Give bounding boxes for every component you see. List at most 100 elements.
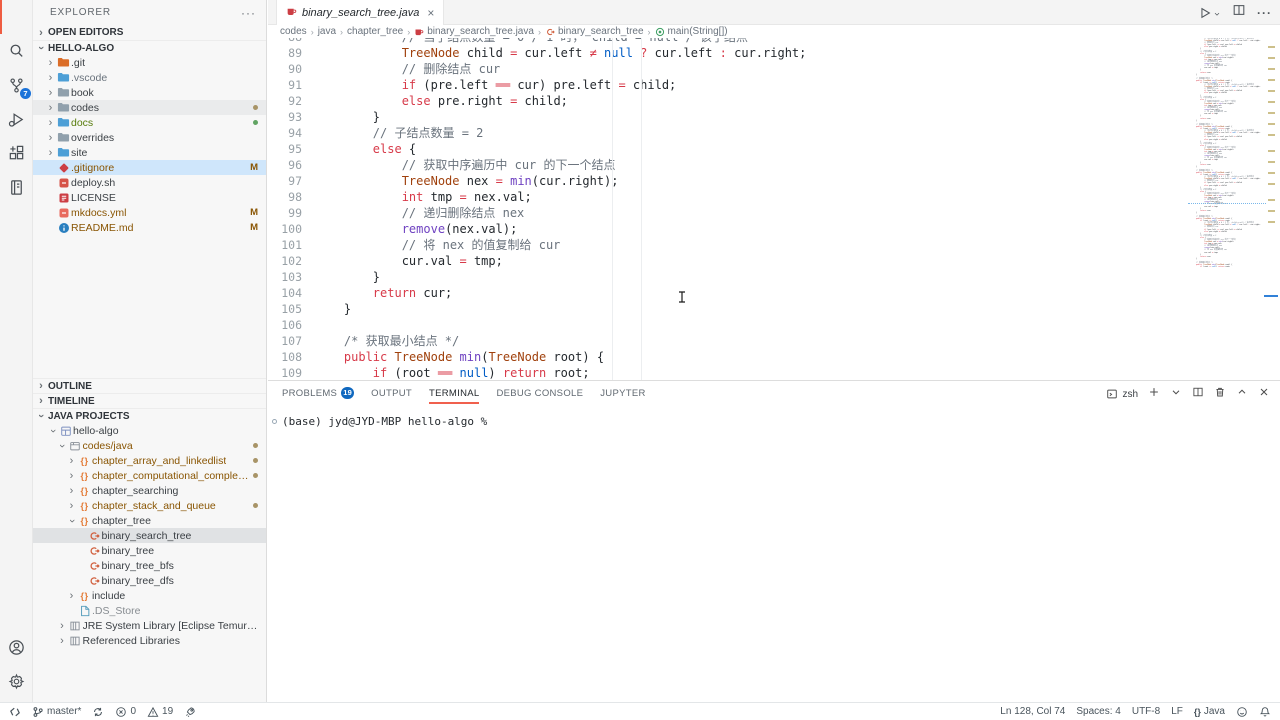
add-icon: [1148, 386, 1160, 398]
java-node-binary_search_tree[interactable]: binary_search_tree: [33, 528, 266, 543]
line-number: 96: [268, 157, 302, 173]
status-warnings[interactable]: 19: [147, 703, 173, 720]
line-text: // 当子结点数量 = 0 / 1 时， child = null / 该子结点: [302, 38, 748, 45]
java-node-binary_tree_bfs[interactable]: binary_tree_bfs: [33, 558, 266, 573]
java-node-.DS_Store[interactable]: .DS_Store: [33, 603, 266, 618]
java-node-binary_tree_dfs[interactable]: binary_tree_dfs: [33, 573, 266, 588]
activity-item-source-control[interactable]: 7: [0, 68, 32, 102]
kill-terminal-button[interactable]: [1214, 385, 1226, 403]
item-decorations: [253, 105, 258, 110]
status-language-mode[interactable]: {}Java: [1194, 703, 1225, 720]
status-feedback[interactable]: [1236, 703, 1248, 720]
file-deploy.sh[interactable]: deploy.sh: [33, 175, 266, 190]
java-node-chapter_tree[interactable]: ›{}chapter_tree: [33, 513, 266, 528]
panel-tab-debug-console[interactable]: DEBUG CONSOLE: [496, 384, 583, 402]
status-notifications[interactable]: [1259, 703, 1271, 720]
activity-item-search[interactable]: [0, 34, 32, 68]
status-errors[interactable]: 0: [115, 703, 136, 720]
java-node-chapter_searching[interactable]: ›{}chapter_searching: [33, 483, 266, 498]
root-folder-section[interactable]: › HELLO-ALGO: [33, 40, 266, 55]
overview-ruler[interactable]: [1262, 0, 1280, 380]
maximize-panel-button[interactable]: [1236, 385, 1248, 403]
file-docs[interactable]: ›docs: [33, 115, 266, 130]
file-codes[interactable]: ›codes: [33, 100, 266, 115]
breadcrumb-item-codes[interactable]: codes: [280, 26, 307, 37]
terminal-profile-dropdown[interactable]: [1170, 385, 1182, 403]
open-editors-section[interactable]: › OPEN EDITORS: [33, 25, 266, 40]
modified-dot-icon: [253, 503, 258, 508]
rocket-icon: [184, 706, 196, 718]
folder-icon: [56, 116, 71, 129]
activity-item-extensions[interactable]: [0, 136, 32, 170]
status-java-lightweight-mode[interactable]: [184, 703, 196, 720]
panel-tab-problems[interactable]: PROBLEMS19: [282, 384, 354, 402]
java-node-include[interactable]: ›{}include: [33, 588, 266, 603]
ruler-mark: [1268, 79, 1275, 81]
file-.vscode[interactable]: ›.vscode: [33, 70, 266, 85]
breadcrumb-item-binary-search-tree-java[interactable]: binary_search_tree.java: [414, 26, 534, 37]
status-git-branch[interactable]: master*: [32, 703, 81, 720]
java-node-JRE System Library [Eclipse Temurin 17 [17...[interactable]: ›JRE System Library [Eclipse Temurin 17 …: [33, 618, 266, 633]
file-site[interactable]: ›site: [33, 145, 266, 160]
activity-item-settings[interactable]: [0, 664, 32, 698]
run-java-button[interactable]: [1198, 6, 1221, 20]
line-number: 101: [268, 237, 302, 253]
activity-item-run-debug[interactable]: [0, 102, 32, 136]
status-encoding[interactable]: UTF-8: [1132, 703, 1160, 720]
java-node-binary_tree[interactable]: binary_tree: [33, 543, 266, 558]
panel-tab-jupyter[interactable]: JUPYTER: [600, 384, 645, 402]
item-decorations: [253, 443, 258, 448]
breadcrumb-item-binary-search-tree[interactable]: binary_search_tree: [545, 26, 644, 37]
activity-item-account[interactable]: [0, 630, 32, 664]
code-line: 91 if (pre.left ══ cur) pre.left = child…: [268, 77, 1190, 93]
minimap[interactable]: // 当子结点数量 = 0 / 1 时， child = null / 该子结点…: [1190, 38, 1262, 288]
code-line: 97 TreeNode nex = min(cur.right);: [268, 173, 1190, 189]
file-.gitignore[interactable]: .gitignoreM: [33, 160, 266, 175]
java-node-codes/java[interactable]: ›codes/java: [33, 438, 266, 453]
tab-binary-search-tree-java[interactable]: binary_search_tree.java ×: [276, 0, 444, 25]
close-panel-button[interactable]: [1258, 385, 1270, 403]
panel-tab-terminal[interactable]: TERMINAL: [429, 384, 479, 402]
panel-tab-output[interactable]: OUTPUT: [371, 384, 412, 402]
java-projects-section[interactable]: › JAVA PROJECTS: [33, 408, 266, 423]
timeline-section[interactable]: › TIMELINE: [33, 393, 266, 408]
java-file-icon: [414, 27, 424, 37]
outline-section[interactable]: › OUTLINE: [33, 378, 266, 393]
split-editor-button[interactable]: [1232, 3, 1246, 22]
file-.git[interactable]: ›.git: [33, 55, 266, 70]
close-icon[interactable]: ×: [427, 8, 434, 18]
views-and-more-actions-icon[interactable]: ···: [241, 6, 256, 20]
line-text: // 子结点数量 = 2: [302, 125, 483, 141]
notebook-icon: [7, 178, 26, 197]
active-terminal-item[interactable]: zsh: [1106, 388, 1138, 400]
status-sync[interactable]: [92, 703, 104, 720]
code-editor[interactable]: 88 // 当子结点数量 = 0 / 1 时， child = null / 该…: [268, 38, 1190, 380]
split-terminal-button[interactable]: [1192, 385, 1204, 403]
activity-item-notebook[interactable]: [0, 170, 32, 204]
java-node-chapter_array_and_linkedlist[interactable]: ›{}chapter_array_and_linkedlist: [33, 453, 266, 468]
breadcrumb-label: binary_search_tree.java: [427, 26, 534, 37]
file-book[interactable]: ›book: [33, 85, 266, 100]
status-eol[interactable]: LF: [1171, 703, 1183, 720]
line-number: 88: [268, 38, 302, 45]
status-remote-indicator[interactable]: [9, 703, 21, 720]
terminal-content[interactable]: (base) jyd@JYD-MBP hello-algo %: [272, 414, 1280, 429]
breadcrumb-item-java[interactable]: java: [318, 26, 336, 37]
file-overrides[interactable]: ›overrides: [33, 130, 266, 145]
new-terminal-button[interactable]: [1148, 385, 1160, 403]
breadcrumb-item-main-String-[interactable]: main(String[]): [655, 26, 728, 37]
file-mkdocs.yml[interactable]: mkdocs.ymlM: [33, 205, 266, 220]
breadcrumb-separator: ›: [648, 27, 651, 37]
java-node-chapter_computational_complexity[interactable]: ›{}chapter_computational_complexity: [33, 468, 266, 483]
java-node-Referenced Libraries[interactable]: ›Referenced Libraries: [33, 633, 266, 648]
java-node-hello-algo[interactable]: ›hello-algo: [33, 423, 266, 438]
status-cursor-position[interactable]: Ln 128, Col 74: [1000, 703, 1065, 720]
file-README.md[interactable]: README.mdM: [33, 220, 266, 235]
activity-item-explorer[interactable]: [0, 0, 32, 34]
status-label: 0: [130, 706, 136, 717]
breadcrumb-item-chapter-tree[interactable]: chapter_tree: [347, 26, 403, 37]
file-LICENSE[interactable]: LICENSE: [33, 190, 266, 205]
java-node-chapter_stack_and_queue[interactable]: ›{}chapter_stack_and_queue: [33, 498, 266, 513]
status-indentation[interactable]: Spaces: 4: [1076, 703, 1120, 720]
breadcrumb-separator: ›: [538, 27, 541, 37]
